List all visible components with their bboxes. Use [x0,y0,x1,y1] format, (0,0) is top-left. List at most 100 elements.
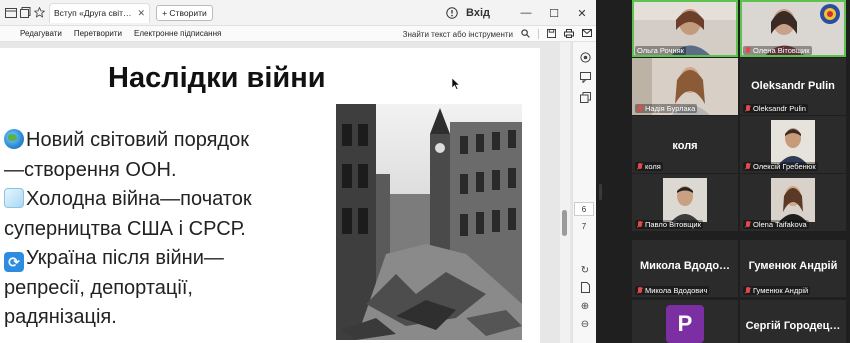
bullet-text: —створення ООН. [4,158,177,181]
participant-name: Olena Taifakova [743,220,809,229]
muted-mic-icon [637,162,643,171]
muted-mic-icon [745,286,751,295]
splitter-grip[interactable] [599,184,602,200]
participant-name: коля [635,162,663,171]
mail-icon[interactable] [582,29,592,39]
close-window-icon[interactable]: ✕ [568,7,596,20]
minimize-icon[interactable]: — [512,7,540,19]
window-controls: Вхід — ☐ ✕ [438,0,596,26]
muted-mic-icon [637,104,643,113]
comment-icon[interactable] [578,72,592,86]
participant-tile[interactable]: Олексій Гребенюк [740,116,846,173]
zoom-out-icon[interactable]: ⊖ [578,318,592,332]
menu-item-edit[interactable]: Редагувати [20,29,62,38]
participant-tile[interactable]: Olena Taifakova [740,174,846,231]
print-icon[interactable] [564,28,574,40]
participant-tile[interactable]: Ольга Рочняк [632,0,738,57]
bullet-line: ⟳ Україна після війни— [4,244,324,274]
participant-display-name: Oleksandr Pulin [751,80,835,92]
pdf-toolbar-right: Знайти текст або інструменти [403,26,592,42]
participant-name: Oleksandr Pulin [743,104,808,113]
participant-tile[interactable]: Павло Вітовщик [632,174,738,231]
bullet-text: репресії, депортації, [4,276,193,299]
participant-tile[interactable]: коля коля [632,116,738,173]
participant-tile[interactable]: Надія Бурлака [632,58,738,115]
participant-tile[interactable]: Олена Вітовщик [740,0,846,57]
participant-photo [663,178,707,222]
bullet-line: Новий світовий порядок [4,126,324,156]
bullet-line: —створення ООН. [4,156,324,186]
participant-display-name: коля [672,140,698,152]
participant-tile[interactable]: Гуменюк Андрій Гуменюк Андрій [740,240,846,297]
participant-name: Олена Вітовщик [743,46,812,55]
muted-mic-icon [637,286,643,295]
bullet-line: репресії, депортації, [4,274,324,304]
sign-in-button[interactable]: Вхід [466,7,490,19]
pages-icon[interactable] [18,6,32,20]
close-tab-icon[interactable]: ✕ [138,8,146,19]
page-number-current[interactable]: 6 [574,202,594,216]
mouse-cursor-icon [452,78,460,90]
slide-title: Наслідки війни [108,62,326,94]
pdf-right-rail: ↻ ⊕ ⊖ [572,42,596,343]
bullet-line: радянізація. [4,303,324,333]
ai-assistant-icon[interactable] [578,52,592,66]
tab-document[interactable]: Вступ «Друга світ… ✕ [49,2,151,23]
slide-bullets: Новий світовий порядок —створення ООН. Х… [4,126,324,333]
muted-mic-icon [745,46,751,55]
participant-name: Надія Бурлака [635,104,698,113]
participant-name: Олексій Гребенюк [743,162,818,171]
participant-tile[interactable]: Oleksandr Pulin Oleksandr Pulin [740,58,846,115]
zoom-in-icon[interactable]: ⊕ [578,300,592,314]
participant-tile[interactable]: Микола Вдодо… Микола Вдодович [632,240,738,297]
participant-photo [771,178,815,222]
bullet-text: суперництва США і СРСР. [4,217,246,240]
bullet-text: Україна після війни— [26,247,224,269]
tab-title: Вступ «Друга світ… [54,8,132,18]
shared-screen: Вступ «Друга світ… ✕ + Створити Вхід — ☐… [0,0,596,343]
bullet-text: радянізація. [4,306,117,328]
menu-item-convert[interactable]: Перетворити [74,29,122,38]
vertical-scrollbar[interactable] [560,42,570,343]
help-icon[interactable] [438,7,466,19]
search-icon[interactable] [521,28,530,40]
participant-name: Ольга Рочняк [635,46,686,55]
muted-mic-icon [745,162,751,171]
muted-mic-icon [745,104,751,113]
page-number-total: 7 [581,222,587,231]
participant-tile[interactable]: Сергій Городец… [740,300,846,343]
muted-mic-icon [745,220,751,229]
file-icon[interactable] [578,282,592,296]
participant-name: Павло Вітовщик [635,220,703,229]
browser-titlebar: Вступ «Друга світ… ✕ + Створити Вхід — ☐… [0,0,596,26]
bullet-text: Холодна війна—початок [26,188,252,210]
participant-tile[interactable]: P [632,300,738,343]
participant-display-name: Микола Вдодо… [639,260,731,272]
menu-item-esign[interactable]: Електронне підписання [134,29,221,38]
pdf-page: Наслідки війни Новий світовий порядок —с… [0,48,540,343]
panel-splitter[interactable] [596,0,632,343]
app-icon [4,6,18,20]
participant-name: Микола Вдодович [635,286,710,295]
maximize-icon[interactable]: ☐ [540,7,568,20]
ruined-city-photo [336,104,522,340]
star-icon[interactable] [32,6,46,20]
ice-cube-icon [4,188,24,208]
participant-avatar: P [666,305,704,343]
participant-display-name: Сергій Городец… [745,320,841,332]
muted-mic-icon [637,220,643,229]
save-icon[interactable] [547,28,556,40]
new-tab-button[interactable]: + Створити [156,4,213,21]
copy-icon[interactable] [578,92,592,106]
toolbar-divider [538,29,539,39]
find-tools-field[interactable]: Знайти текст або інструменти [403,30,513,39]
scrollbar-thumb[interactable] [562,210,567,236]
bullet-text: Новий світовий порядок [26,129,249,151]
bullet-line: суперництва США і СРСР. [4,215,324,245]
bullet-line: Холодна війна—початок [4,185,324,215]
document-area[interactable]: Наслідки війни Новий світовий порядок —с… [0,42,596,343]
refresh-icon[interactable]: ↻ [578,264,592,278]
participant-photo [771,120,815,164]
participant-name: Гуменюк Андрій [743,286,811,295]
participant-display-name: Гуменюк Андрій [748,260,838,272]
